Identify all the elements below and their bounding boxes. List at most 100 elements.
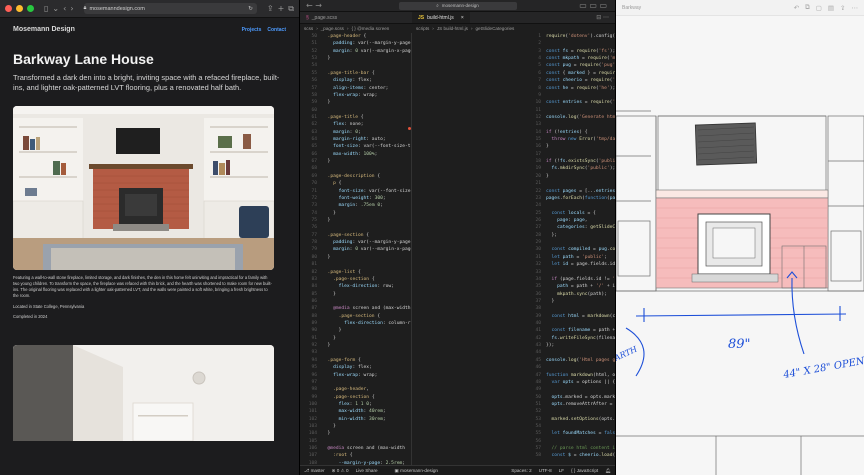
indent-indicator[interactable]: Spaces: 2	[511, 468, 531, 473]
code-editor-window: ← → ⌕ mosemann-design ▭ ▭ ▭ § _page.scss…	[300, 0, 616, 475]
line-numbers: 50 51 52 53 54 55 56 57 58 59 60 61 62 63 64 65 66 67 68 69…	[300, 33, 320, 465]
nav-link-projects[interactable]: Projects	[242, 27, 262, 33]
pages-icon[interactable]: ▤	[828, 4, 834, 12]
back-icon[interactable]: ← →	[306, 1, 322, 10]
more-icon[interactable]: ⋯	[852, 4, 859, 12]
code-line: });	[546, 343, 555, 349]
sidebar-toggle-icon[interactable]: ▯	[44, 4, 48, 13]
den-photo-illustration	[13, 106, 274, 271]
code-line: max-width: 40rem;	[322, 409, 386, 415]
code-line: const $ = cheerio.load(html);	[546, 453, 615, 459]
code-content-js[interactable]: require('dotenv').config(); const fs = r…	[546, 33, 615, 460]
address-bar[interactable]: 🔒︎ mosemanndesign.com ↻	[83, 3, 257, 14]
line-number: 101	[308, 409, 317, 415]
code-line: .page-title {	[327, 114, 364, 120]
page-icon[interactable]: ▢	[816, 4, 822, 12]
line-number: 51	[311, 41, 317, 47]
editor-pane-scss[interactable]: 50 51 52 53 54 55 56 57 58 59 60 61 62 63 64 65 66 67 68 69…	[300, 33, 412, 465]
tab-build-html-js[interactable]: JS build-html.js ×	[412, 12, 470, 23]
folder-indicator[interactable]: ▣ mosemann-design	[395, 468, 438, 474]
tab-label: build-html.js	[427, 14, 454, 21]
line-number: 57	[535, 446, 541, 452]
code-line: if (page.fields.id != 'home'){	[546, 276, 615, 282]
drawing-canvas[interactable]: 89" 44" X 28" OPENING ARTH	[616, 16, 864, 475]
zoom-window-button[interactable]	[27, 5, 34, 12]
close-icon[interactable]: ×	[461, 15, 464, 21]
notifications-icon[interactable]: 🔔︎	[605, 468, 611, 474]
tab-page-scss[interactable]: § _page.scss	[300, 12, 412, 23]
line-number: 75	[311, 217, 317, 223]
code-line: let id = page.fields.id.replace(/\ /g, '…	[546, 262, 615, 268]
copy-icon[interactable]: ⧉	[805, 3, 810, 12]
code-line: @media screen and (max-width	[322, 446, 405, 452]
line-number: 69	[311, 173, 317, 179]
code-line: if (!fs.existsSync('public')) {	[546, 159, 615, 165]
back-icon[interactable]: ‹	[63, 4, 66, 13]
encoding-indicator[interactable]: UTF-8	[539, 468, 552, 473]
web-page: Mosemann Design Projects Contact Barkway…	[0, 18, 299, 441]
eol-indicator[interactable]: LF	[559, 468, 564, 473]
line-number: 1	[538, 34, 541, 39]
line-number: 56	[535, 438, 541, 444]
line-number: 8	[538, 85, 541, 91]
problems-indicator[interactable]: ⊗ 0 ⚠ 0	[332, 468, 349, 474]
breadcrumb-item[interactable]: _page.scss	[321, 26, 344, 31]
nav-link-contact[interactable]: Contact	[267, 27, 286, 33]
breadcrumb-item[interactable]: getSlideCategories	[476, 26, 515, 31]
project-location: Located in State College, Pennsylvania	[13, 303, 85, 309]
code-line: .page-section {	[333, 276, 375, 282]
share-icon[interactable]: ⇪	[267, 4, 274, 13]
editor-pane-js[interactable]: 1 2 3 4 5 6 7 8 9 10 11 12 13 14 15 16 17 18 19 20 21 22 23 24 2…	[412, 33, 615, 465]
line-number: 77	[311, 232, 317, 238]
code-line: const { marked } = require('marked');	[546, 70, 615, 76]
undo-icon[interactable]: ↶	[794, 4, 799, 12]
chevron-down-icon[interactable]: ⌄	[52, 4, 59, 13]
line-number: 11	[535, 107, 541, 113]
code-line: align-items: center;	[322, 85, 389, 91]
site-brand[interactable]: Mosemann Design	[13, 26, 75, 33]
layout-icon[interactable]: ▭ ▭ ▭	[579, 1, 607, 10]
line-number: 92	[311, 343, 317, 349]
line-number: 7	[538, 78, 541, 84]
command-center-search[interactable]: ⌕ mosemann-design	[398, 1, 517, 10]
new-tab-icon[interactable]: +	[278, 4, 285, 13]
branch-icon: ⎇	[304, 467, 310, 473]
language-indicator[interactable]: { } JavaScript	[571, 468, 598, 473]
editor-titlebar: ← → ⌕ mosemann-design ▭ ▭ ▭	[300, 0, 615, 12]
line-number: 46	[535, 365, 541, 371]
code-line: function markdown(html, options) {	[546, 372, 615, 378]
breadcrumb-item[interactable]: JS build-html.js	[437, 26, 468, 31]
code-line: const compiled = pug.compileFile('./src/…	[546, 247, 615, 253]
line-number: 14	[535, 129, 541, 135]
breadcrumb-item[interactable]: { } @media screen	[352, 26, 390, 31]
search-icon: ⌕	[436, 3, 439, 8]
code-content-scss[interactable]: .page-header { padding: var(--margin-y-p…	[322, 33, 411, 465]
line-number: 48	[535, 379, 541, 385]
code-line: flex: 1 1 0;	[322, 401, 372, 407]
line-number: 59	[311, 100, 317, 106]
breadcrumb-item[interactable]: scripts	[416, 26, 429, 31]
minimize-window-button[interactable]	[16, 5, 23, 12]
branch-indicator[interactable]: ⎇ master	[304, 468, 325, 474]
code-line: const filename = path + '/index.html';	[546, 328, 615, 334]
close-window-button[interactable]	[5, 5, 12, 12]
split-editor-icon[interactable]: ⊟ ⋯	[596, 14, 609, 21]
breadcrumb-item[interactable]: scss	[304, 26, 313, 31]
document-title[interactable]: Barkway	[622, 5, 788, 11]
line-number: 35	[535, 284, 541, 290]
share-icon[interactable]: ⇪	[840, 4, 845, 12]
code-line: .page-description {	[327, 173, 381, 179]
reload-icon[interactable]: ↻	[248, 6, 253, 12]
live-share-button[interactable]: Live Share	[356, 468, 378, 473]
forward-icon[interactable]: ›	[70, 4, 73, 13]
code-line: const cheerio = require('cheerio');	[546, 78, 615, 84]
line-number: 97	[311, 379, 317, 385]
line-number: 89	[311, 321, 317, 327]
tab-overview-icon[interactable]: ⧉	[288, 4, 294, 13]
code-line: display: flex;	[322, 365, 372, 371]
